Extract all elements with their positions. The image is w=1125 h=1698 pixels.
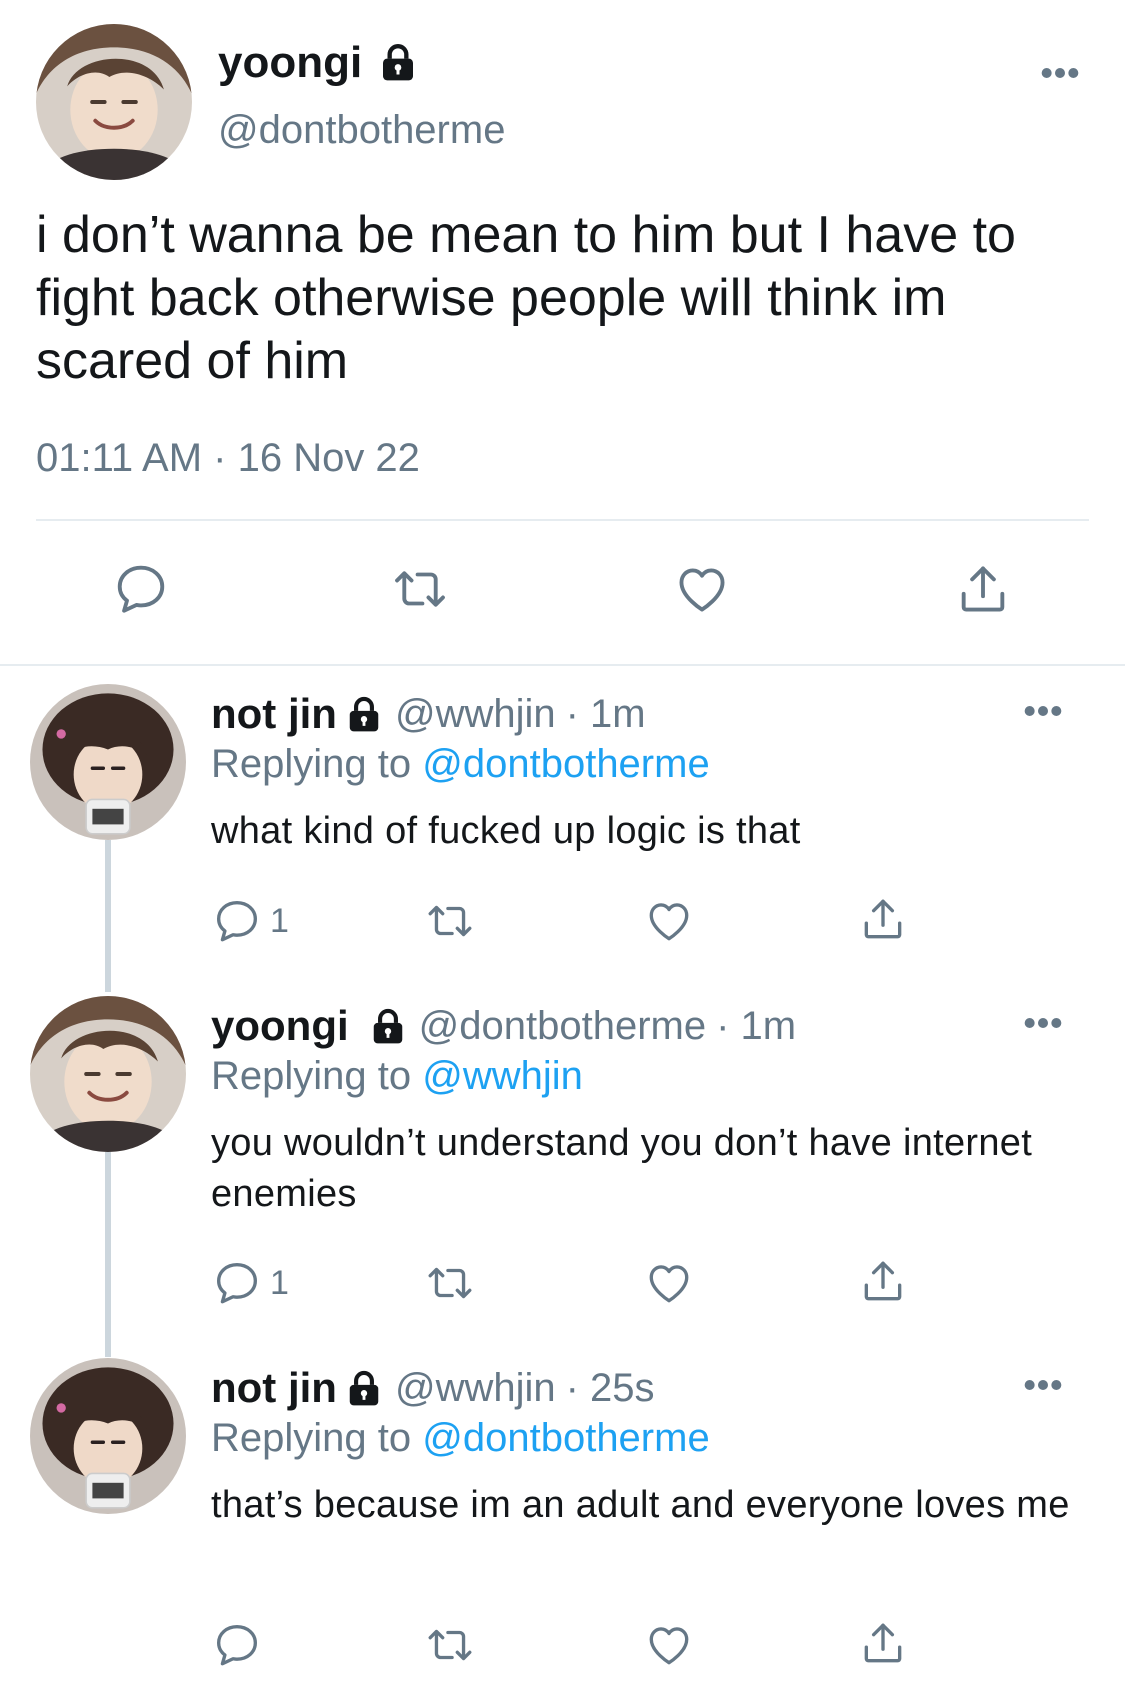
reply-button[interactable]: 1 — [212, 1258, 289, 1308]
author-name[interactable]: yoongi — [218, 38, 362, 88]
retweet-button[interactable] — [422, 1620, 478, 1670]
reply-time[interactable]: · 25s — [566, 1366, 655, 1411]
reply-icon — [212, 1620, 262, 1670]
share-button[interactable] — [858, 894, 908, 944]
retweet-icon — [422, 1620, 478, 1670]
thread-line — [105, 1152, 111, 1357]
reply-icon — [212, 1258, 262, 1308]
reply-time[interactable]: · 1m — [716, 1004, 796, 1049]
avatar[interactable] — [30, 1358, 186, 1514]
more-icon[interactable] — [1023, 1378, 1063, 1392]
divider — [36, 519, 1089, 521]
avatar[interactable] — [36, 24, 192, 180]
reply-button[interactable] — [112, 560, 170, 618]
replying-to: Replying to @dontbotherme — [211, 742, 710, 787]
heart-icon — [644, 1620, 694, 1670]
reply-time[interactable]: · 1m — [566, 692, 646, 737]
reply-text: you wouldn’t understand you don’t have i… — [211, 1122, 1033, 1215]
avatar-image — [30, 1358, 186, 1514]
retweet-button[interactable] — [422, 896, 478, 946]
replying-to: Replying to @wwhjin — [211, 1054, 583, 1099]
reply-header: not jin @wwhjin · 1m — [211, 690, 646, 738]
lock-icon — [378, 42, 418, 82]
author-name[interactable]: yoongi — [211, 1002, 349, 1050]
avatar[interactable] — [30, 996, 186, 1152]
like-button[interactable] — [644, 896, 694, 946]
author-handle[interactable]: @dontbotherme — [218, 108, 505, 153]
share-button[interactable] — [954, 560, 1012, 618]
more-icon[interactable] — [1040, 66, 1080, 80]
replying-to-link[interactable]: @dontbotherme — [422, 742, 709, 786]
tweet-timestamp[interactable]: 01:11 AM · 16 Nov 22 — [36, 436, 420, 481]
lock-icon — [345, 1369, 383, 1407]
more-icon[interactable] — [1023, 704, 1063, 718]
thread-line — [105, 840, 111, 992]
retweet-icon — [422, 896, 478, 946]
avatar[interactable] — [30, 684, 186, 840]
reply-text: that’s because im an adult and everyone … — [211, 1484, 1070, 1526]
author-handle[interactable]: @wwhjin — [395, 1366, 556, 1411]
author-handle[interactable]: @wwhjin — [395, 692, 556, 737]
replying-to-link[interactable]: @wwhjin — [422, 1054, 583, 1098]
replying-to-prefix: Replying to — [211, 1416, 412, 1460]
heart-icon — [672, 560, 732, 618]
avatar-image — [36, 24, 192, 180]
retweet-icon — [422, 1258, 478, 1308]
share-icon — [858, 1618, 908, 1668]
avatar-image — [30, 996, 186, 1152]
share-icon — [858, 1256, 908, 1306]
author-name[interactable]: not jin — [211, 690, 337, 738]
replying-to-link[interactable]: @dontbotherme — [422, 1416, 709, 1460]
replying-to-prefix: Replying to — [211, 742, 412, 786]
reply-icon — [112, 560, 170, 618]
retweet-button[interactable] — [388, 560, 452, 618]
like-button[interactable] — [644, 1258, 694, 1308]
tweet-text: i don’t wanna be mean to him but I have … — [36, 206, 1016, 390]
reply-text: what kind of fucked up logic is that — [211, 810, 801, 852]
lock-icon — [345, 695, 383, 733]
reply-icon — [212, 896, 262, 946]
divider — [0, 664, 1125, 666]
share-button[interactable] — [858, 1256, 908, 1306]
replying-to: Replying to @dontbotherme — [211, 1416, 710, 1461]
more-icon[interactable] — [1023, 1016, 1063, 1030]
retweet-icon — [388, 560, 452, 618]
reply-button[interactable] — [212, 1620, 270, 1670]
share-icon — [858, 894, 908, 944]
lock-icon — [369, 1007, 407, 1045]
reply-header: not jin @wwhjin · 25s — [211, 1364, 655, 1412]
reply-header: yoongi @dontbotherme · 1m — [211, 1002, 796, 1050]
avatar-image — [30, 684, 186, 840]
share-icon — [954, 560, 1012, 618]
author-name[interactable]: not jin — [211, 1364, 337, 1412]
author-handle[interactable]: @dontbotherme — [419, 1004, 706, 1049]
share-button[interactable] — [858, 1618, 908, 1668]
reply-button[interactable]: 1 — [212, 896, 289, 946]
reply-count: 1 — [270, 1263, 289, 1302]
retweet-button[interactable] — [422, 1258, 478, 1308]
reply-count: 1 — [270, 901, 289, 940]
heart-icon — [644, 896, 694, 946]
replying-to-prefix: Replying to — [211, 1054, 412, 1098]
like-button[interactable] — [644, 1620, 694, 1670]
like-button[interactable] — [672, 560, 732, 618]
heart-icon — [644, 1258, 694, 1308]
